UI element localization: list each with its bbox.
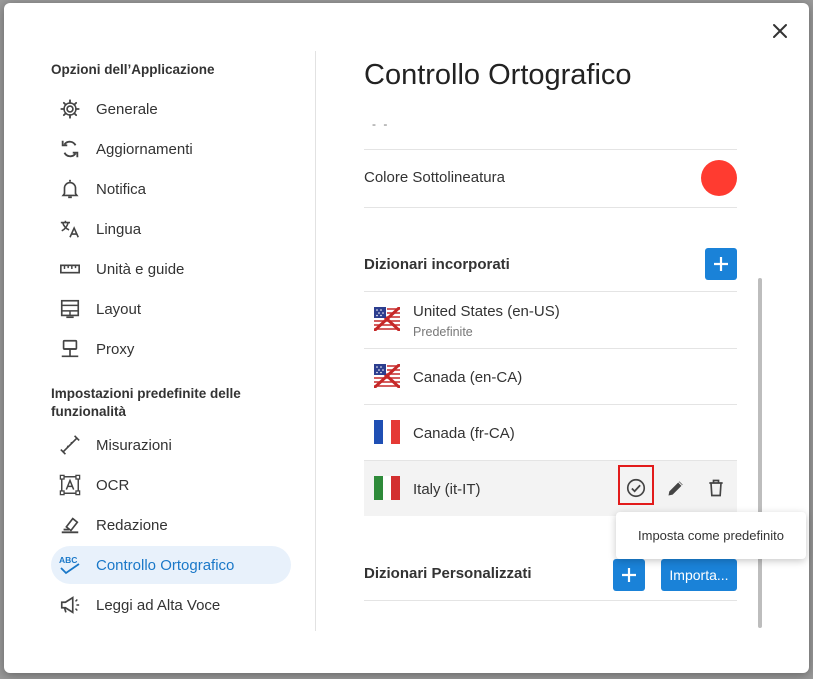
- us-uk-flag-icon: [372, 305, 402, 333]
- france-flag-icon: [374, 420, 400, 444]
- ocr-icon: [58, 473, 82, 497]
- megaphone-icon: [58, 593, 82, 617]
- settings-dialog: Opzioni dell’Applicazione Generale Aggio…: [4, 3, 809, 673]
- underline-color-swatch[interactable]: [701, 160, 737, 196]
- abc-check-icon: ABC: [58, 553, 82, 577]
- dictionary-name: Canada (fr-CA): [413, 425, 515, 442]
- sidebar-item-label: Layout: [96, 300, 142, 318]
- sidebar-item-label: Generale: [96, 100, 158, 118]
- plus-icon: [714, 257, 728, 271]
- sidebar-item-controllo-ortografico[interactable]: ABC Controllo Ortografico: [51, 546, 291, 584]
- measure-icon: [58, 433, 82, 457]
- trash-icon: [709, 479, 723, 497]
- sidebar-item-label: Lingua: [96, 220, 142, 238]
- section-title-feature-defaults: Impostazioni predefinite delle funzional…: [51, 386, 241, 419]
- divider: [364, 207, 737, 208]
- edit-dictionary-button[interactable]: [661, 473, 691, 503]
- sidebar-item-generale[interactable]: Generale: [51, 90, 291, 128]
- sidebar-item-label: Unità e guide: [96, 260, 185, 278]
- divider: [364, 149, 737, 150]
- add-custom-dictionary-button[interactable]: [613, 559, 645, 591]
- set-default-tooltip: Imposta come predefinito: [616, 512, 806, 559]
- pencil-icon: [668, 481, 683, 496]
- divider: [364, 600, 737, 601]
- builtin-dictionaries-title: Dizionari incorporati: [364, 256, 510, 273]
- add-builtin-dictionary-button[interactable]: [705, 248, 737, 280]
- clipped-text: - -: [372, 117, 390, 131]
- close-button[interactable]: [768, 19, 792, 43]
- import-button[interactable]: Importa...: [661, 559, 737, 591]
- sidebar-item-leggi-ad-alta-voce[interactable]: Leggi ad Alta Voce: [51, 586, 291, 624]
- sidebar-item-layout[interactable]: Layout: [51, 290, 291, 328]
- list-item[interactable]: Canada (en-CA): [364, 349, 737, 404]
- proxy-icon: [58, 337, 82, 361]
- eraser-icon: [58, 513, 82, 537]
- sidebar-item-label: OCR: [96, 476, 130, 494]
- sidebar-item-label: Aggiornamenti: [96, 140, 193, 158]
- sidebar-item-misurazioni[interactable]: Misurazioni: [51, 426, 291, 464]
- italy-flag-icon: [374, 476, 400, 500]
- dictionary-default-label: Predefinite: [413, 325, 473, 339]
- bell-icon: [58, 177, 82, 201]
- sidebar-item-ocr[interactable]: OCR: [51, 466, 291, 504]
- close-icon: [773, 24, 787, 38]
- sidebar-item-unita-e-guide[interactable]: Unità e guide: [51, 250, 291, 288]
- sidebar-item-label: Misurazioni: [96, 436, 172, 454]
- plus-icon: [622, 568, 636, 582]
- us-uk-flag-icon: [372, 362, 402, 390]
- page-title: Controllo Ortografico: [364, 59, 632, 91]
- delete-dictionary-button[interactable]: [701, 473, 731, 503]
- section-title-app-options: Opzioni dell’Applicazione: [51, 62, 215, 77]
- sidebar-item-proxy[interactable]: Proxy: [51, 330, 291, 368]
- custom-dictionaries-title: Dizionari Personalizzati: [364, 565, 532, 582]
- sidebar: Opzioni dell’Applicazione Generale Aggio…: [51, 3, 301, 673]
- gear-icon: [58, 97, 82, 121]
- dictionary-name: Canada (en-CA): [413, 369, 523, 386]
- sidebar-item-label: Notifica: [96, 180, 147, 198]
- sidebar-item-lingua[interactable]: Lingua: [51, 210, 291, 248]
- sidebar-divider: [315, 51, 316, 631]
- sidebar-item-label: Controllo Ortografico: [96, 556, 235, 574]
- dictionary-name: Italy (it-IT): [413, 481, 481, 498]
- list-item[interactable]: United States (en-US) Predefinite: [364, 292, 737, 347]
- list-item[interactable]: Canada (fr-CA): [364, 405, 737, 460]
- svg-text:ABC: ABC: [59, 555, 77, 565]
- scrollbar[interactable]: [758, 278, 762, 628]
- sync-icon: [58, 137, 82, 161]
- translate-icon: [58, 217, 82, 241]
- sidebar-item-notifica[interactable]: Notifica: [51, 170, 291, 208]
- sidebar-item-redazione[interactable]: Redazione: [51, 506, 291, 544]
- ruler-icon: [58, 257, 82, 281]
- underline-color-label: Colore Sottolineatura: [364, 169, 505, 186]
- highlight-box: [618, 465, 654, 505]
- layout-icon: [58, 297, 82, 321]
- sidebar-item-label: Proxy: [96, 340, 135, 358]
- sidebar-item-label: Redazione: [96, 516, 168, 534]
- sidebar-item-aggiornamenti[interactable]: Aggiornamenti: [51, 130, 291, 168]
- dictionary-name: United States (en-US): [413, 303, 560, 320]
- sidebar-item-label: Leggi ad Alta Voce: [96, 596, 221, 614]
